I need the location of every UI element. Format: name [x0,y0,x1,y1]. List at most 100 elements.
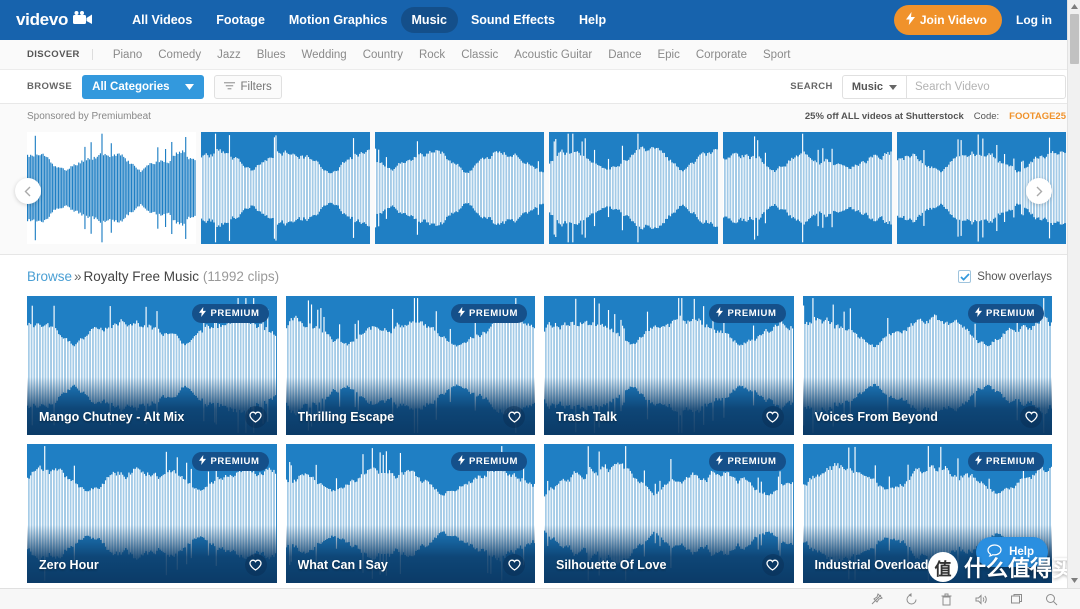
window-icon[interactable] [1010,593,1023,606]
discover-item-blues[interactable]: Blues [249,49,294,61]
favorite-heart-icon[interactable] [762,554,784,576]
logo-text: videvo [16,10,68,30]
discover-item-corporate[interactable]: Corporate [688,49,755,61]
join-videvo-button[interactable]: Join Videvo [894,5,1002,35]
clip-card[interactable]: PREMIUMSilhouette Of Love [544,444,794,583]
search-type-dropdown[interactable]: Music [842,75,906,99]
nav-link-motion-graphics[interactable]: Motion Graphics [278,7,399,33]
discover-item-rock[interactable]: Rock [411,49,453,61]
clip-card[interactable]: PREMIUMVoices From Beyond [803,296,1053,435]
carousel-prev-button[interactable] [15,178,41,204]
discover-item-classic[interactable]: Classic [453,49,506,61]
join-videvo-label: Join Videvo [920,13,987,27]
lightning-bolt-icon [716,307,723,320]
browse-label: BROWSE [27,81,72,92]
breadcrumb-browse-link[interactable]: Browse [27,269,72,284]
scroll-up-icon[interactable] [1068,0,1080,13]
premium-badge: PREMIUM [192,304,268,323]
page-scrollbar[interactable] [1067,0,1080,609]
nav-link-music[interactable]: Music [401,7,458,33]
favorite-heart-icon[interactable] [245,406,267,428]
premium-badge: PREMIUM [709,452,785,471]
show-overlays-label: Show overlays [977,271,1052,283]
favorite-heart-icon[interactable] [762,406,784,428]
clip-card[interactable]: PREMIUM Trash Talk [544,296,794,435]
clip-title: Industrial Overload [815,558,929,572]
carousel-next-button[interactable] [1026,178,1052,204]
clip-title: Thrilling Escape [298,410,395,424]
discover-item-country[interactable]: Country [355,49,411,61]
help-widget-button[interactable]: Help [976,537,1048,567]
discover-item-wedding[interactable]: Wedding [294,49,355,61]
nav-link-sound-effects[interactable]: Sound Effects [460,7,566,33]
search-input[interactable] [915,81,1069,93]
sponsor-bar: Sponsored by Premiumbeat 25% off ALL vid… [0,104,1080,128]
discover-item-jazz[interactable]: Jazz [209,49,249,61]
nav-link-help[interactable]: Help [568,7,617,33]
discover-label: DISCOVER [27,49,93,60]
premium-badge-label: PREMIUM [727,456,776,467]
show-overlays-checkbox[interactable] [958,270,971,283]
nav-link-all-videos[interactable]: All Videos [121,7,203,33]
clip-card[interactable]: PREMIUMZero Hour [27,444,277,583]
volume-icon[interactable] [975,593,988,606]
refresh-icon[interactable] [905,593,918,606]
premium-badge: PREMIUM [968,304,1044,323]
main-nav-links: All Videos Footage Motion Graphics Music… [121,7,617,33]
favorite-heart-icon[interactable] [503,554,525,576]
all-categories-label: All Categories [92,81,169,93]
premium-badge: PREMIUM [451,452,527,471]
favorite-heart-icon[interactable] [245,554,267,576]
browse-search-bar: BROWSE All Categories Filters SEARCH Mus… [0,70,1080,104]
speech-bubble-icon [987,544,1002,561]
premium-badge: PREMIUM [709,304,785,323]
favorite-heart-icon[interactable] [1020,406,1042,428]
clip-card[interactable]: PREMIUM What Can I Say [286,444,536,583]
show-overlays-toggle[interactable]: Show overlays [958,270,1052,283]
discover-item-comedy[interactable]: Comedy [150,49,209,61]
sponsored-waveform-4[interactable] [549,132,718,244]
search-label: SEARCH [790,81,833,92]
sponsor-left-text: Sponsored by Premiumbeat [27,111,151,122]
clip-card[interactable]: PREMIUM Thrilling Escape [286,296,536,435]
clip-grid: PREMIUMMango Chutney - Alt MixPREMIUMThr… [0,296,1066,583]
trash-icon[interactable] [940,593,953,606]
lightning-bolt-icon [975,455,982,468]
discover-item-epic[interactable]: Epic [649,49,687,61]
premium-badge-label: PREMIUM [210,456,259,467]
premium-badge: PREMIUM [192,452,268,471]
scroll-down-icon[interactable] [1068,574,1080,587]
discover-item-dance[interactable]: Dance [600,49,649,61]
all-categories-dropdown[interactable]: All Categories [82,75,204,99]
premium-badge: PREMIUM [968,452,1044,471]
discover-item-acoustic-guitar[interactable]: Acoustic Guitar [506,49,600,61]
discover-item-piano[interactable]: Piano [105,49,150,61]
results-header: Browse»Royalty Free Music (11992 clips) … [0,255,1066,296]
lightning-bolt-icon [716,455,723,468]
breadcrumb-separator: » [74,269,82,284]
discover-item-sport[interactable]: Sport [755,49,799,61]
videvo-logo[interactable]: videvo [16,10,93,30]
sponsored-waveform-5[interactable] [723,132,892,244]
pin-icon[interactable] [870,593,883,606]
nav-right-actions: Join Videvo Log in [894,5,1066,35]
clip-card[interactable]: PREMIUMMango Chutney - Alt Mix [27,296,277,435]
search-box[interactable] [906,75,1066,99]
login-link[interactable]: Log in [1016,13,1052,27]
lightning-bolt-icon [458,455,465,468]
sponsored-waveform-1[interactable] [27,132,196,244]
nav-link-footage[interactable]: Footage [205,7,276,33]
sponsored-carousel [0,128,1080,255]
sponsored-waveform-2[interactable] [201,132,370,244]
clip-title: What Can I Say [298,558,388,572]
premium-badge-label: PREMIUM [469,308,518,319]
clip-title: Trash Talk [556,410,617,424]
favorite-heart-icon[interactable] [503,406,525,428]
filters-button[interactable]: Filters [214,75,281,99]
breadcrumb-current: Royalty Free Music [84,269,200,284]
results-count: (11992 clips) [203,269,279,284]
lightning-bolt-icon [199,307,206,320]
scrollbar-thumb[interactable] [1070,14,1079,64]
sponsored-waveform-3[interactable] [375,132,544,244]
search-icon[interactable] [1045,593,1058,606]
